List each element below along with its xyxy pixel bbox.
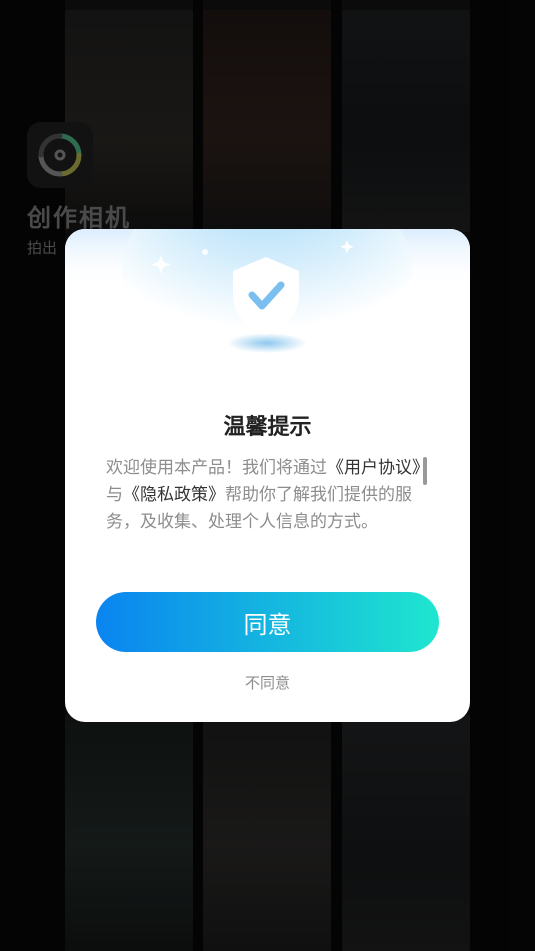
- app-name: 创作相机: [27, 204, 131, 232]
- privacy-dialog: 温馨提示 欢迎使用本产品！我们将通过《用户协议》与《隐私政策》帮助你了解我们提供…: [65, 229, 470, 722]
- dialog-title: 温馨提示: [223, 415, 312, 440]
- user-agreement-link[interactable]: 《用户协议》: [327, 458, 429, 478]
- agree-button[interactable]: 同意: [96, 592, 439, 652]
- body-prefix: 欢迎使用本产品！我们将通过: [106, 458, 327, 478]
- dialog-body-text: 欢迎使用本产品！我们将通过《用户协议》与《隐私政策》帮助你了解我们提供的服务，及…: [106, 455, 430, 536]
- scrollbar[interactable]: [423, 457, 427, 485]
- dialog-hero-illustration: [65, 229, 470, 379]
- disagree-button[interactable]: 不同意: [65, 672, 470, 693]
- camera-lens-icon: [27, 122, 93, 188]
- body-connector: 与: [106, 485, 123, 505]
- privacy-policy-link[interactable]: 《隐私政策》: [123, 485, 225, 505]
